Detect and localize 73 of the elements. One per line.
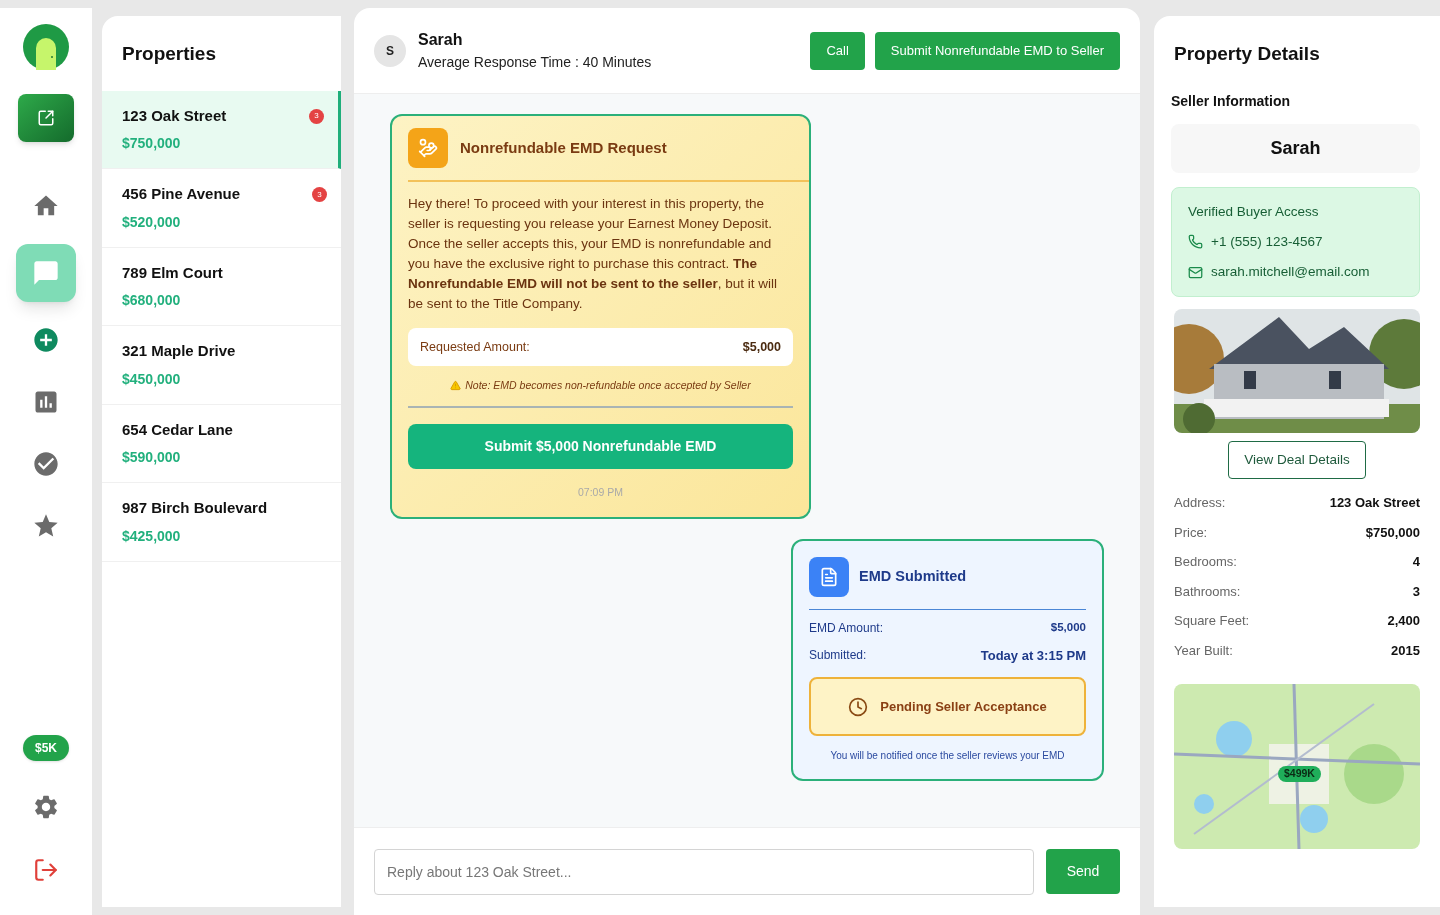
fact-label: Bedrooms: xyxy=(1174,553,1237,572)
fact-value: $750,000 xyxy=(1365,523,1420,542)
property-name: 789 Elm Court xyxy=(122,262,223,283)
fact-label: Price: xyxy=(1174,523,1208,542)
message-time: 07:09 PM xyxy=(577,484,624,500)
balance-badge: $5K xyxy=(23,735,69,761)
unread-badge: 3 xyxy=(309,108,324,124)
property-item[interactable]: 987 Birch Boulevard $425,000 xyxy=(102,483,341,562)
property-name: 654 Cedar Lane xyxy=(122,419,233,440)
open-button[interactable] xyxy=(18,94,74,142)
logo-icon xyxy=(23,24,69,70)
fact-label: Bathrooms: xyxy=(1174,582,1241,601)
footnote: You will be notified once the seller reviews your EMD xyxy=(829,749,1066,763)
property-price: $680,000 xyxy=(122,291,182,310)
fact-value: 123 Oak Street xyxy=(1329,494,1420,513)
property-price: $520,000 xyxy=(122,212,182,232)
contact-name: Sarah xyxy=(418,30,464,50)
warning-icon xyxy=(450,380,462,392)
fact-label: Square Feet: xyxy=(1174,612,1250,631)
note-text: Note: EMD becomes non-refundable once accepted by Seller xyxy=(465,378,751,393)
fact-value: 2,400 xyxy=(1387,612,1420,631)
reply-field[interactable]: Reply about 123 Oak Street... xyxy=(374,848,1034,895)
property-name: 987 Birch Boulevard xyxy=(122,498,268,518)
amount-label: Requested Amount: xyxy=(420,338,530,356)
clock-icon xyxy=(848,696,869,717)
seller-name: Sarah xyxy=(1171,123,1420,173)
email-address: sarah.mitchell@email.com xyxy=(1211,263,1370,281)
property-name: 321 Maple Drive xyxy=(122,341,236,361)
response-time: Average Response Time : 40 Minutes xyxy=(418,53,652,72)
property-item[interactable]: 456 Pine Avenue $520,000 3 xyxy=(102,169,341,248)
status-text: Pending Seller Acceptance xyxy=(880,697,1047,716)
add-icon xyxy=(32,326,60,354)
settings-icon xyxy=(32,793,60,821)
property-price: $590,000 xyxy=(122,448,182,467)
property-item[interactable]: 321 Maple Drive $450,000 xyxy=(102,326,341,405)
price-marker: $499K xyxy=(1278,766,1321,782)
detail-label: EMD Amount: xyxy=(809,619,884,637)
property-price: $425,000 xyxy=(122,526,182,546)
document-icon xyxy=(809,556,849,597)
fact-value: 4 xyxy=(1412,553,1420,572)
property-name: 456 Pine Avenue xyxy=(122,184,241,204)
detail-value: Today at 3:15 PM xyxy=(980,646,1086,665)
chat-icon xyxy=(32,259,60,287)
phone-number: +1 (555) 123-4567 xyxy=(1211,232,1323,251)
detail-label: Submitted: xyxy=(809,647,867,665)
section-heading: Seller Information xyxy=(1171,91,1292,111)
fact-value: 3 xyxy=(1412,582,1420,601)
request-message: Hey there! To proceed with your interest in this property, the seller is requesting you release your Earnest Money Deposit. Once the seller accepts this, your EMD is nonrefundable and you have the exclusive right to purchase this contract. The Nonrefundable EMD will not be sent to the seller, but it will be sent to the Title Company. xyxy=(408,195,779,313)
phone-icon xyxy=(1188,234,1203,250)
unread-badge: 3 xyxy=(312,187,327,202)
card-title: EMD Submitted xyxy=(859,566,967,586)
mail-icon xyxy=(1188,264,1203,280)
detail-value: $5,000 xyxy=(1050,619,1086,635)
property-name: 123 Oak Street xyxy=(122,105,227,126)
fact-value: 2015 xyxy=(1391,641,1420,660)
property-price: $450,000 xyxy=(122,369,182,389)
property-item[interactable]: 789 Elm Court $680,000 xyxy=(102,247,341,326)
panel-title: Property Details xyxy=(1174,42,1321,66)
amount-value: $5,000 xyxy=(742,338,781,356)
card-title: Nonrefundable EMD Request xyxy=(460,137,667,158)
panel-title: Properties xyxy=(121,42,217,66)
check-icon xyxy=(32,450,60,478)
property-item[interactable]: 654 Cedar Lane $590,000 xyxy=(102,404,341,483)
fact-label: Address: xyxy=(1174,494,1226,513)
external-link-icon xyxy=(37,109,55,127)
fact-label: Year Built: xyxy=(1174,641,1233,660)
money-hand-icon xyxy=(408,128,448,168)
access-title: Verified Buyer Access xyxy=(1188,202,1320,221)
avatar: S xyxy=(374,34,406,67)
property-price: $750,000 xyxy=(122,134,182,153)
view-deal-button[interactable]: View Deal Details xyxy=(1228,441,1366,480)
property-item[interactable]: 123 Oak Street $750,000 3 xyxy=(102,90,341,169)
logout-icon xyxy=(33,857,59,883)
